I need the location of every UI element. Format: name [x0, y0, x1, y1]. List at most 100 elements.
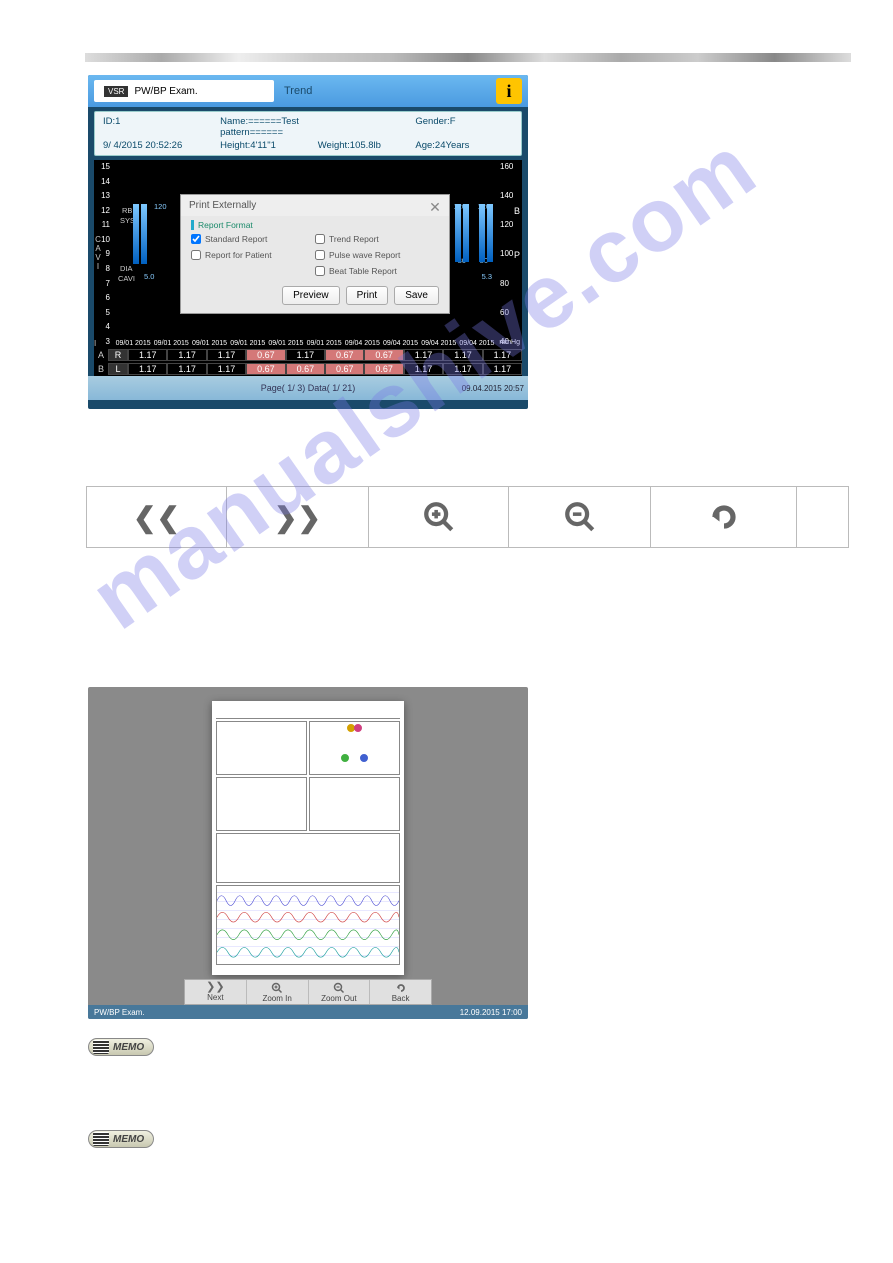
tick: 140	[500, 191, 518, 200]
date: 09/01 2015	[305, 340, 343, 348]
axis-label-p: P	[514, 250, 520, 260]
status-exam-label: PW/BP Exam.	[94, 1008, 145, 1017]
report-data-box	[309, 777, 400, 831]
check-pulse-wave-report[interactable]: Pulse wave Report	[315, 250, 439, 260]
save-button[interactable]: Save	[394, 286, 439, 305]
checkbox[interactable]	[315, 266, 325, 276]
report-body-figure-box	[309, 721, 400, 775]
bar	[141, 204, 147, 264]
checkbox[interactable]	[315, 250, 325, 260]
date: 09/04 2015	[420, 340, 458, 348]
tick: 12	[98, 206, 110, 215]
footer-timestamp: 09.04.2015 20:57	[462, 384, 524, 393]
label-dia: DIA	[120, 264, 133, 273]
abi-row-r: R	[108, 349, 128, 361]
sys-value-120-left: 120	[154, 202, 167, 211]
checkbox[interactable]	[315, 234, 325, 244]
screenshot-print-externally-dialog: VSR PW/BP Exam. Trend i ID:1 Name:======…	[88, 75, 528, 409]
abi-cell: 1.17	[483, 349, 522, 361]
limb-marker	[354, 724, 362, 732]
check-report-for-patient[interactable]: Report for Patient	[191, 250, 315, 260]
close-icon: ✕	[429, 199, 441, 216]
date: 09/04 2015	[458, 340, 496, 348]
abi-cell: 1.17	[128, 363, 167, 375]
chevron-double-right-icon: ❯❯	[274, 501, 321, 534]
axis-label-mmhg: mmHg	[499, 339, 520, 346]
bar	[463, 204, 469, 262]
abi-cell: 1.17	[286, 349, 325, 361]
abi-side-i: I	[94, 339, 96, 348]
report-info-box	[216, 721, 307, 775]
tick: 7	[98, 279, 110, 288]
abi-cell-abnormal: 0.67	[246, 363, 285, 375]
check-standard-report[interactable]: Standard Report	[191, 234, 315, 244]
next-button[interactable]: ❯❯ Next	[185, 980, 247, 1004]
abi-cell: 1.17	[167, 349, 206, 361]
memo-label: MEMO	[113, 1042, 144, 1053]
report-data-box	[216, 777, 307, 831]
patient-gender: Gender:F	[415, 116, 513, 138]
screenshot-report-preview: ❯❯ Next Zoom In Zoom Out	[88, 687, 528, 1019]
check-label: Beat Table Report	[329, 266, 397, 276]
date: 09/01 2015	[114, 340, 152, 348]
abi-cell: 1.17	[443, 363, 482, 375]
cavi-axis-label: C A V I	[92, 235, 104, 271]
patient-name: Name:======Test pattern======	[220, 116, 318, 138]
zoom-in-icon	[422, 500, 456, 534]
report-preview-page[interactable]	[212, 701, 404, 975]
bp-bars-right	[454, 204, 494, 304]
tick: 4	[98, 322, 110, 331]
patient-weight: Weight:105.8lb	[318, 140, 416, 151]
toolbar-zoom-in-cell	[369, 487, 509, 547]
date-axis: 09/01 2015 09/01 2015 09/01 2015 09/01 2…	[114, 340, 496, 348]
check-trend-report[interactable]: Trend Report	[315, 234, 439, 244]
tick: 120	[500, 220, 518, 229]
abi-side-b: B	[94, 364, 108, 374]
preview-toolbar: ❯❯ Next Zoom In Zoom Out	[184, 979, 432, 1005]
bar	[487, 204, 493, 262]
checkbox[interactable]	[191, 250, 201, 260]
abi-cell-abnormal: 0.67	[364, 349, 403, 361]
abi-cell-abnormal: 0.67	[286, 363, 325, 375]
patient-id: ID:1	[103, 116, 220, 138]
abi-cell-abnormal: 0.67	[325, 363, 364, 375]
toolbar-icon-reference-table: ❮❮ ❯❯	[86, 486, 849, 548]
abi-table: A R 1.17 1.17 1.17 0.67 1.17 0.67 0.67 1…	[94, 348, 522, 376]
limb-marker	[360, 754, 368, 762]
date: 09/01 2015	[229, 340, 267, 348]
date: 09/01 2015	[190, 340, 228, 348]
undo-back-icon	[706, 499, 742, 535]
zoom-out-button[interactable]: Zoom Out	[309, 980, 371, 1004]
tick: 13	[98, 191, 110, 200]
abi-cell: 1.17	[443, 349, 482, 361]
memo-icon	[93, 1132, 109, 1146]
button-label: Zoom Out	[321, 994, 357, 1003]
zoom-out-icon	[563, 500, 597, 534]
abi-cell: 1.17	[404, 363, 443, 375]
exam-label: PW/BP Exam.	[134, 86, 197, 97]
close-button[interactable]: ✕	[427, 199, 443, 215]
pager-footer: Page( 1/ 3) Data( 1/ 21) 09.04.2015 20:5…	[88, 376, 528, 400]
trend-chart-panel: 15 14 13 12 11 10 9 8 7 6 5 4 3 160 140 …	[94, 160, 522, 348]
preview-button[interactable]: Preview	[282, 286, 340, 305]
zoom-out-icon	[333, 982, 345, 994]
report-mini-charts	[216, 833, 400, 883]
zoom-in-button[interactable]: Zoom In	[247, 980, 309, 1004]
toolbar-next-cell: ❯❯	[227, 487, 369, 547]
back-button[interactable]: Back	[370, 980, 431, 1004]
checkbox[interactable]	[191, 234, 201, 244]
print-externally-dialog: Print Externally ✕ Report Format Standar…	[180, 194, 450, 314]
check-beat-table-report[interactable]: Beat Table Report	[315, 266, 439, 276]
tick: 14	[98, 177, 110, 186]
bar	[479, 204, 485, 262]
info-button[interactable]: i	[496, 78, 522, 104]
abi-cell: 1.17	[207, 363, 246, 375]
memo-badge: MEMO	[88, 1038, 154, 1056]
tick: 160	[500, 162, 518, 171]
trend-label: Trend	[284, 85, 312, 97]
app-title-bar: VSR PW/BP Exam. Trend i	[88, 75, 528, 107]
print-button[interactable]: Print	[346, 286, 389, 305]
report-format-section-label: Report Format	[191, 220, 439, 230]
exam-mode-chip[interactable]: VSR PW/BP Exam.	[94, 80, 274, 102]
report-header	[216, 705, 400, 719]
